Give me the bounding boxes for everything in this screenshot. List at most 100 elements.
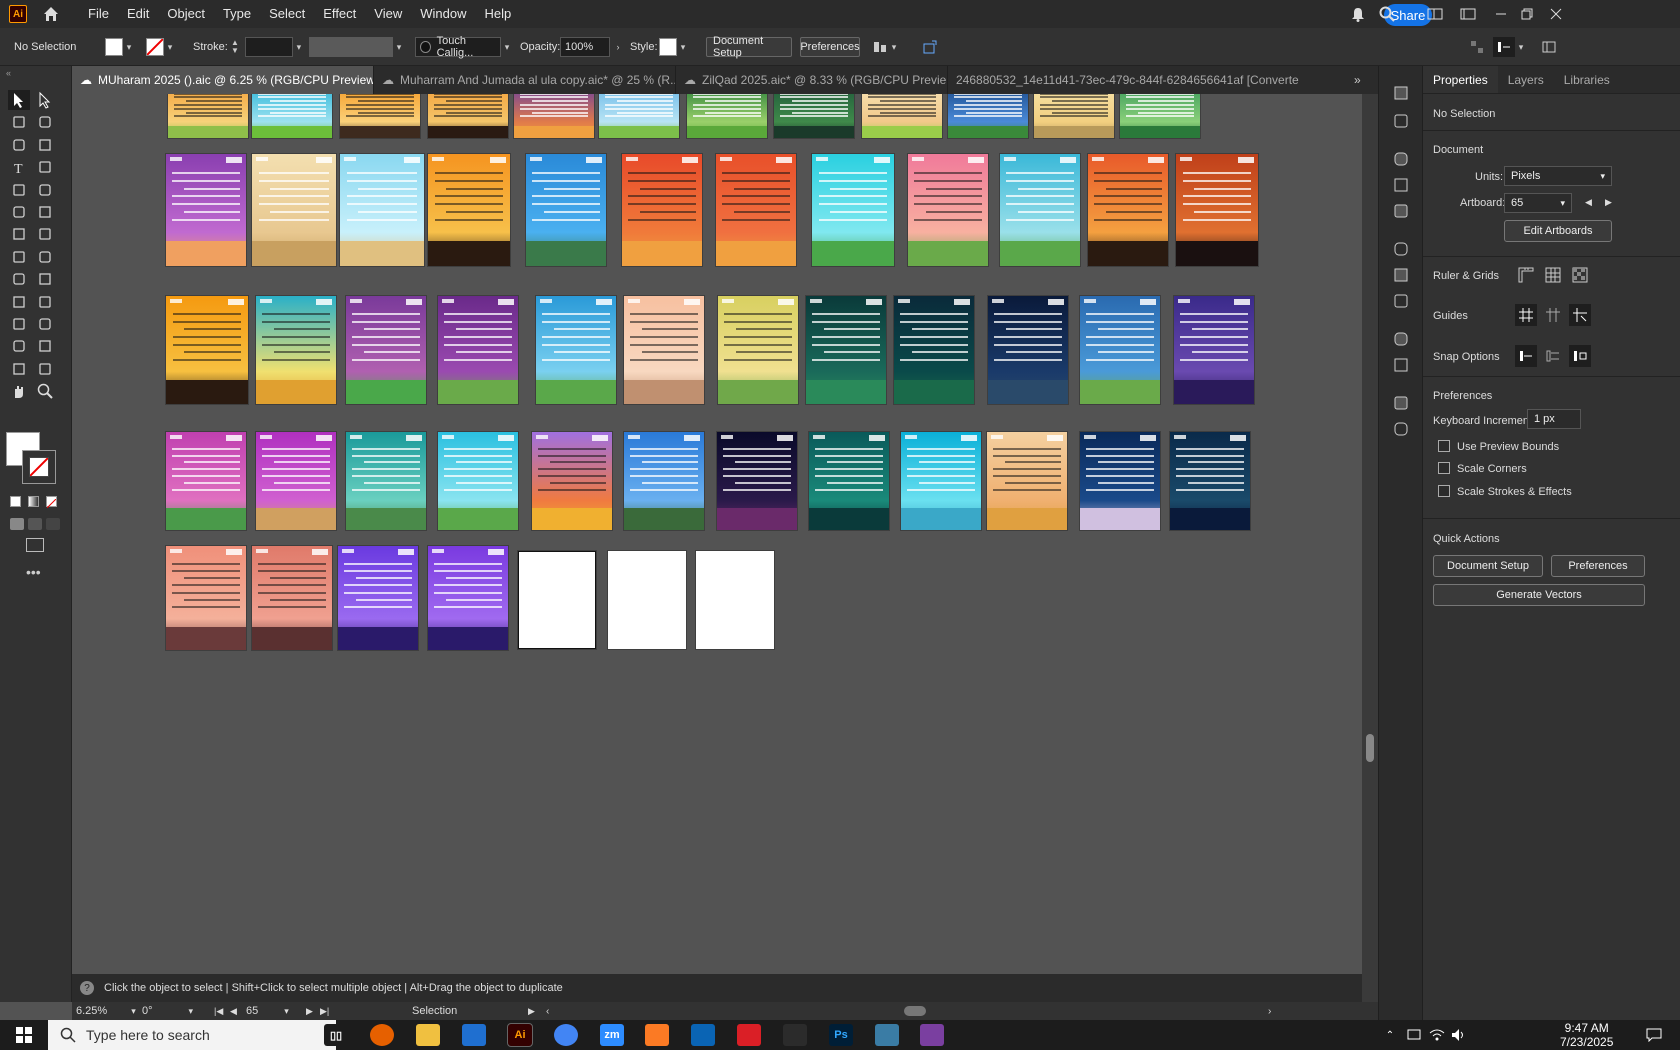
type-tool-icon[interactable]: T xyxy=(8,157,30,177)
artboard-thumbnail[interactable] xyxy=(256,296,336,404)
opacity-field[interactable]: 100% › xyxy=(560,28,624,66)
artboard-number[interactable]: 65 xyxy=(246,1005,258,1017)
draw-normal-icon[interactable] xyxy=(10,518,24,530)
draw-behind-icon[interactable] xyxy=(28,518,42,530)
paintbrush-tool-icon[interactable] xyxy=(34,180,56,200)
empty-artboard[interactable] xyxy=(696,551,774,649)
quick-document-setup-button[interactable]: Document Setup xyxy=(1433,555,1543,577)
stroke-color-box[interactable] xyxy=(22,450,56,484)
shape-builder-tool-icon[interactable] xyxy=(8,269,30,289)
menu-file[interactable]: File xyxy=(79,0,118,28)
rotation-field[interactable]: 0° ▾ xyxy=(142,1002,193,1020)
artboard-thumbnail[interactable] xyxy=(624,432,704,530)
snap-to-grid-icon[interactable] xyxy=(1542,345,1564,367)
width-tool-icon[interactable] xyxy=(8,247,30,267)
xampp-icon[interactable] xyxy=(645,1024,669,1046)
empty-artboard[interactable] xyxy=(608,551,686,649)
previous-artboard-icon[interactable]: ◀ xyxy=(1585,197,1592,208)
minimize-icon[interactable] xyxy=(1493,6,1509,22)
artboard-thumbnail[interactable] xyxy=(774,94,854,138)
snap-to-grid-icon[interactable]: ▾ xyxy=(1493,28,1527,66)
artboard-field[interactable]: 65 ▾ xyxy=(246,1002,289,1020)
winrar-icon[interactable] xyxy=(920,1024,944,1046)
none-mode-icon[interactable] xyxy=(46,496,57,509)
artboard-thumbnail[interactable] xyxy=(862,94,942,138)
zoom-tool-icon[interactable] xyxy=(34,381,56,401)
artboard-thumbnail[interactable] xyxy=(1088,154,1168,266)
firefox-icon[interactable] xyxy=(370,1024,394,1046)
appearance-icon[interactable] xyxy=(1390,328,1412,350)
artboard-thumbnail[interactable] xyxy=(622,154,702,266)
document-setup-label[interactable]: Document Setup xyxy=(706,35,792,59)
asset-export-icon[interactable] xyxy=(1390,418,1412,440)
artboard-thumbnail[interactable] xyxy=(438,432,518,530)
eraser-tool-icon[interactable] xyxy=(34,202,56,222)
graphic-styles-icon[interactable] xyxy=(1390,354,1412,376)
artboard-thumbnail[interactable] xyxy=(987,432,1067,530)
graphic-style-dropdown[interactable]: ▾ xyxy=(659,28,689,66)
last-artboard-icon[interactable]: ▶| xyxy=(320,1002,329,1020)
transparency-icon[interactable] xyxy=(1390,290,1412,312)
magic-wand-tool-icon[interactable] xyxy=(8,112,30,132)
edit-artboards-button[interactable]: Edit Artboards xyxy=(1504,220,1612,242)
artboard-thumbnail[interactable] xyxy=(252,546,332,650)
app-hex-icon[interactable] xyxy=(875,1024,899,1046)
restore-icon[interactable] xyxy=(1519,6,1535,22)
artboard-thumbnail[interactable] xyxy=(806,296,886,404)
color-mode-icon[interactable] xyxy=(10,496,21,507)
gradient-mode-icon[interactable] xyxy=(28,496,39,507)
artboard-thumbnail[interactable] xyxy=(1080,432,1160,530)
next-artboard-icon[interactable]: ▶ xyxy=(1605,197,1612,208)
taskbar-search[interactable]: Type here to search xyxy=(48,1020,336,1050)
file-explorer-icon[interactable] xyxy=(416,1024,440,1046)
artboard-thumbnail[interactable] xyxy=(252,94,332,138)
artboard-thumbnail[interactable] xyxy=(438,296,518,404)
wifi-icon[interactable] xyxy=(1425,1024,1449,1046)
artboard-thumbnail[interactable] xyxy=(716,154,796,266)
snap-to-pixel-icon[interactable] xyxy=(1569,345,1591,367)
close-icon[interactable] xyxy=(1548,6,1564,22)
artboard-thumbnail[interactable] xyxy=(428,546,508,650)
tab-libraries[interactable]: Libraries xyxy=(1554,66,1620,93)
arrange-icon[interactable] xyxy=(1470,28,1484,66)
artboard-thumbnail[interactable] xyxy=(901,432,981,530)
windows-start-icon[interactable] xyxy=(0,1020,48,1050)
empty-artboard[interactable] xyxy=(518,551,596,649)
zoom-icon[interactable]: zm xyxy=(600,1024,624,1046)
zoom-value[interactable]: 6.25% xyxy=(76,1005,107,1017)
rotate-tool-icon[interactable] xyxy=(8,224,30,244)
artboard-thumbnail[interactable] xyxy=(809,432,889,530)
draw-inside-icon[interactable] xyxy=(46,518,60,530)
scroll-left-icon[interactable]: ‹ xyxy=(546,1002,549,1020)
opacity-value[interactable]: 100% xyxy=(560,37,610,57)
home-icon[interactable] xyxy=(41,4,61,24)
brushes-icon[interactable] xyxy=(1390,174,1412,196)
notifications-icon[interactable] xyxy=(1642,1024,1666,1046)
menu-select[interactable]: Select xyxy=(260,0,314,28)
artboard-thumbnail[interactable] xyxy=(532,432,612,530)
smart-guides-icon[interactable] xyxy=(1569,304,1591,326)
stroke-swatch[interactable]: ▾ xyxy=(146,28,176,66)
more-tabs-icon[interactable]: » xyxy=(1346,66,1378,94)
vscode-icon[interactable] xyxy=(462,1024,486,1046)
search-icon[interactable] xyxy=(1379,6,1395,22)
align-icon[interactable]: ▾ xyxy=(872,28,900,66)
artboard-thumbnail[interactable] xyxy=(514,94,594,138)
preferences-label[interactable]: Preferences xyxy=(800,37,860,57)
artboard-thumbnail[interactable] xyxy=(166,296,248,404)
artboard-thumbnail[interactable] xyxy=(256,432,336,530)
variable-width-profile[interactable]: ▾ xyxy=(309,28,405,66)
scroll-thumb[interactable] xyxy=(1366,734,1374,762)
lasso-tool-icon[interactable] xyxy=(34,112,56,132)
shaper-tool-icon[interactable] xyxy=(8,202,30,222)
artboard-thumbnail[interactable] xyxy=(252,154,336,266)
artboard-thumbnail[interactable] xyxy=(624,296,704,404)
quick-preferences-button[interactable]: Preferences xyxy=(1551,555,1645,577)
menu-help[interactable]: Help xyxy=(475,0,520,28)
transparency-grid-icon[interactable] xyxy=(1569,264,1591,286)
artboard-thumbnail[interactable] xyxy=(346,296,426,404)
preferences-button[interactable]: Preferences xyxy=(800,28,860,66)
symbol-sprayer-tool-icon[interactable] xyxy=(8,336,30,356)
scale-strokes-checkbox[interactable] xyxy=(1438,485,1450,497)
free-transform-tool-icon[interactable] xyxy=(34,247,56,267)
